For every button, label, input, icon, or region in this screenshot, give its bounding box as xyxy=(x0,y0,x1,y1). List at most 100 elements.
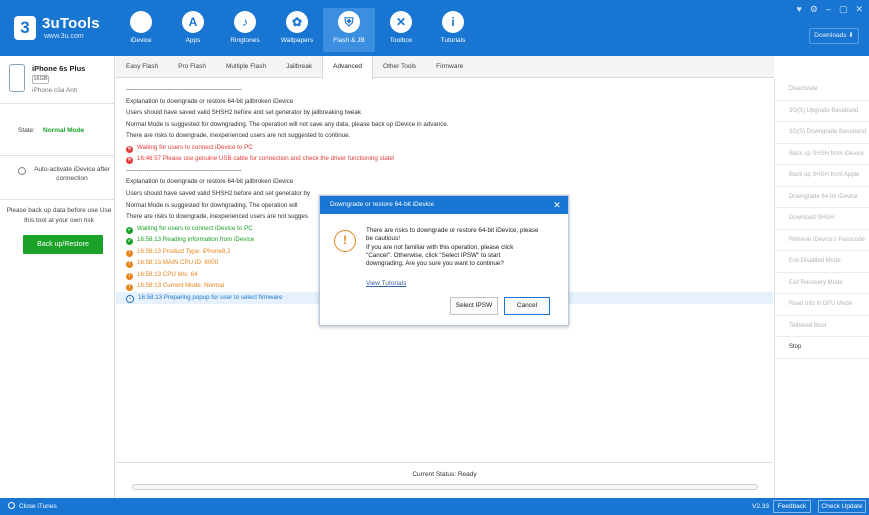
log-text: 16:58:13 Reading information from iDevic… xyxy=(137,236,255,244)
dialog-message: There are risks to downgrade or restore … xyxy=(366,227,556,268)
nav-label: Toolbox xyxy=(389,37,413,44)
log-text: 16:58:13 CPU bits: 64 xyxy=(137,270,198,278)
logo-badge-icon: 3 xyxy=(14,16,36,40)
close-itunes-label: Close iTunes xyxy=(19,503,57,510)
action-download-shsh[interactable]: Download SHSH xyxy=(775,208,869,230)
warning-dot-icon: ! xyxy=(126,284,133,292)
dialog-message-line: "Cancel". Otherwise, click "Select IPSW"… xyxy=(366,251,501,259)
log-text: 16:58:13 Preparing popup for user to sel… xyxy=(138,293,283,301)
log-text: 16:58:13 Current Mode: Normal xyxy=(137,282,225,290)
tab-jailbreak[interactable]: Jailbreak xyxy=(276,56,322,78)
action-exit-recovery-mode[interactable]: Exit Recovery Mode xyxy=(775,273,869,294)
favorite-icon[interactable]: ♥ xyxy=(797,4,802,15)
tab-multiple-flash[interactable]: Multiple Flash xyxy=(216,56,276,78)
nav-ringtones[interactable]: ♪ Ringtones xyxy=(219,8,271,52)
view-tutorials-link[interactable]: View Tutorials xyxy=(366,280,406,287)
action-3g-s-upgrade-baseband[interactable]: 3G(S) Upgrade Baseband xyxy=(775,101,869,122)
log-line: ----------------------------------------… xyxy=(126,165,241,177)
log-text: Normal Mode is suggested for downgrading… xyxy=(126,120,449,128)
nav-label: iDevice xyxy=(130,37,152,44)
action-3g-s-downgrade-baseband[interactable]: 3G(S) Downgrade Baseband xyxy=(775,122,869,144)
feedback-button[interactable]: Feedback xyxy=(773,500,811,513)
state-label: State: xyxy=(18,127,35,134)
log-line: ✕ 16:46:57 Please use genuine USB cable f… xyxy=(126,153,395,165)
backup-restore-button[interactable]: Back up/Restore xyxy=(23,235,103,254)
log-line: ✓ 16:58:13 Reading information from iDevi… xyxy=(126,234,254,246)
check-update-button[interactable]: Check Update xyxy=(818,500,866,513)
tab-firmware[interactable]: Firmware xyxy=(426,56,473,78)
bell-icon: ♪ xyxy=(234,11,256,33)
status-bar: Close iTunes V2.33 Feedback Check Update xyxy=(0,498,869,515)
log-text: ----------------------------------------… xyxy=(126,166,242,174)
action-back-up-shsh-from-idevice[interactable]: Back up SHSH from iDevice xyxy=(775,144,869,165)
maximize-icon[interactable]: ▢ xyxy=(839,4,848,15)
dialog-message-line: If you are not familiar with this operat… xyxy=(366,243,514,251)
close-window-icon[interactable]: ✕ xyxy=(855,4,863,15)
nav-idevice[interactable]: iDevice xyxy=(115,8,167,52)
minimize-icon[interactable]: – xyxy=(826,4,831,15)
flower-icon: ✿ xyxy=(286,11,308,33)
device-summary[interactable]: iPhone 6s Plus 16GB iPhone của Anh xyxy=(0,56,115,104)
device-name: iPhone 6s Plus xyxy=(32,64,86,73)
tools-icon: ✕ xyxy=(390,11,412,33)
version-label: V2.33 xyxy=(752,503,769,510)
action-tethered-boot[interactable]: Tethered Boot xyxy=(775,316,869,337)
cancel-button[interactable]: Cancel xyxy=(504,297,550,315)
tab-easy-flash[interactable]: Easy Flash xyxy=(116,56,168,78)
check-icon: ✓ xyxy=(126,238,133,246)
nav-label: Flash & JB xyxy=(333,37,365,44)
shield-flash-icon: ⛨ xyxy=(338,11,360,33)
status-area: Current Status: Ready xyxy=(116,462,773,498)
action-downgrade-64-bit-idevice[interactable]: Downgrade 64-bit iDevice xyxy=(775,187,869,208)
nav-label: Ringtones xyxy=(230,37,260,44)
log-text: Waiting for users to connect iDevice to … xyxy=(137,143,253,151)
top-bar: 3 3uTools www.3u.com iDevice A Apps ♪ Ringto… xyxy=(0,0,869,56)
log-line: Normal Mode is suggested for downgrading… xyxy=(126,200,298,212)
log-line: Explanation to downgrade or restore 64-b… xyxy=(126,176,293,188)
dialog-message-line: downgrading. Are you sure you want to co… xyxy=(366,260,504,268)
downloads-button[interactable]: Downloads ⬇ xyxy=(809,28,859,44)
settings-icon[interactable]: ⚙ xyxy=(810,4,818,15)
log-text: There are risks to downgrade, inexperien… xyxy=(126,132,351,140)
log-text: 16:58:13 MAIN CPU ID: 8000 xyxy=(137,259,219,267)
close-itunes-button[interactable]: Close iTunes xyxy=(8,498,57,515)
log-line: ✕ Waiting for users to connect iDevice to… xyxy=(126,142,253,154)
log-text: ----------------------------------------… xyxy=(126,86,242,93)
select-ipsw-button[interactable]: Select IPSW xyxy=(450,297,498,315)
main-nav: iDevice A Apps ♪ Ringtones ✿ Wallpapers ⛨ Flash … xyxy=(115,8,479,52)
app-title: 3uTools xyxy=(42,15,100,32)
nav-tutorials[interactable]: i Tutorials xyxy=(427,8,479,52)
state-value: Normal Mode xyxy=(43,127,85,134)
log-text: 16:58:13 Product Type: iPhone8,2 xyxy=(137,247,231,255)
nav-wallpapers[interactable]: ✿ Wallpapers xyxy=(271,8,323,52)
warning-icon: ! xyxy=(334,230,356,252)
dialog-title: Downgrade or restore 64-bit iDevice xyxy=(320,196,568,214)
action-read-info-in-dfu-mode[interactable]: Read Info in DFU Mode xyxy=(775,294,869,316)
log-line: Normal Mode is suggested for downgrading… xyxy=(126,119,449,131)
log-line: ! 16:58:13 CPU bits: 64 xyxy=(126,269,198,281)
auto-activate-radio[interactable] xyxy=(18,167,26,175)
log-line: ! 16:58:13 Product Type: iPhone8,2 xyxy=(126,246,230,258)
action-retrieve-idevice-s-passcode[interactable]: Retrieve iDevice's Passcode xyxy=(775,230,869,251)
tab-advanced[interactable]: Advanced xyxy=(322,56,374,79)
auto-activate-option[interactable]: Auto-activate iDevice after connection xyxy=(0,156,115,200)
close-icon[interactable]: ✕ xyxy=(552,196,562,214)
nav-toolbox[interactable]: ✕ Toolbox xyxy=(375,8,427,52)
action-back-up-shsh-from-apple[interactable]: Back up SHSH from Apple xyxy=(775,165,869,187)
action-deactivate[interactable]: Deactivate xyxy=(775,79,869,101)
nav-flash-jb[interactable]: ⛨ Flash & JB xyxy=(323,8,375,52)
nav-apps[interactable]: A Apps xyxy=(167,8,219,52)
action-stop[interactable]: Stop xyxy=(775,337,869,359)
dialog-message-line: be cautious! xyxy=(366,235,400,243)
window-controls: ♥ ⚙ – ▢ ✕ xyxy=(797,4,864,15)
auto-activate-label: Auto-activate iDevice after connection xyxy=(34,166,110,182)
log-line: ! 16:58:13 Current Mode: Normal xyxy=(126,280,224,292)
tab-pro-flash[interactable]: Pro Flash xyxy=(168,56,216,78)
action-exit-disabled-mode[interactable]: Exit Disabled Mode xyxy=(775,251,869,273)
nav-label: Wallpapers xyxy=(280,37,314,44)
error-icon: ✕ xyxy=(126,157,133,165)
tab-other-tools[interactable]: Other Tools xyxy=(373,56,426,78)
device-panel: iPhone 6s Plus 16GB iPhone của Anh State… xyxy=(0,56,115,498)
log-line: Users should have saved valid SHSH2 befo… xyxy=(126,107,361,119)
error-icon: ✕ xyxy=(126,145,133,153)
